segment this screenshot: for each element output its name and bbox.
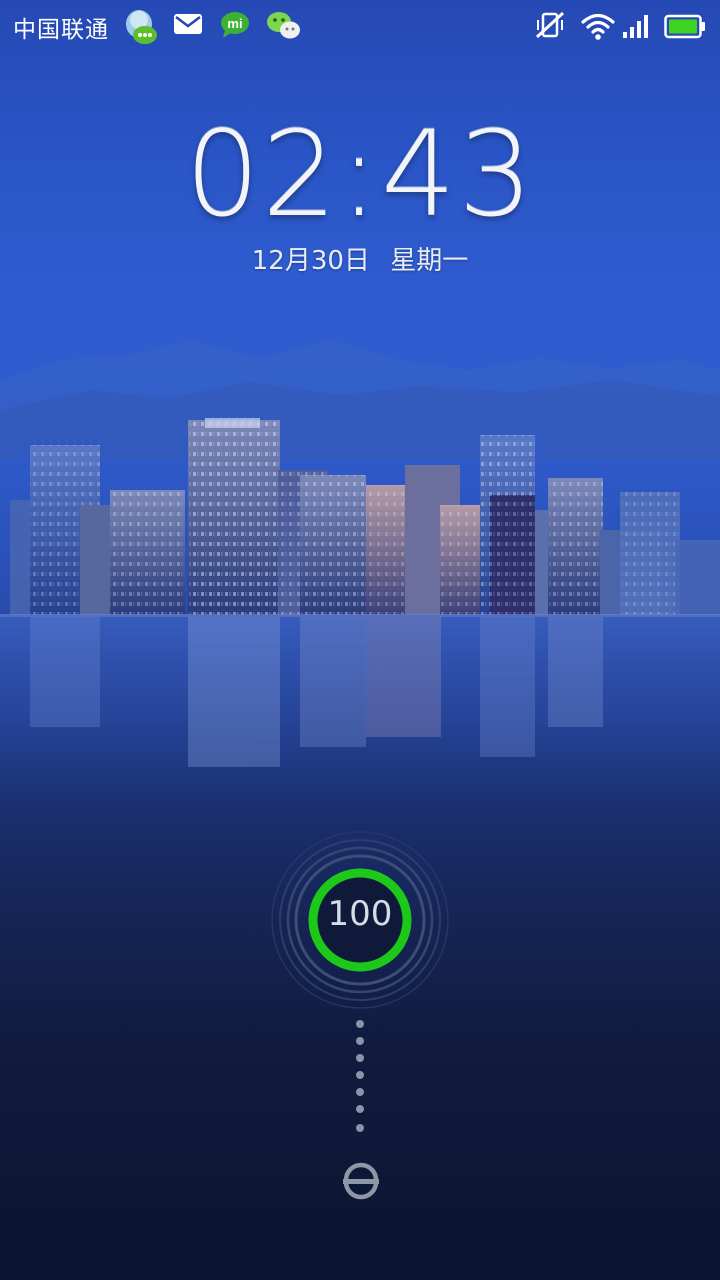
unlock-handle-icon[interactable] <box>338 1158 384 1204</box>
signal-icon <box>623 15 648 38</box>
battery-percent: 100 <box>327 894 393 934</box>
wechat-icon <box>267 12 300 39</box>
mail-icon <box>174 14 202 34</box>
vibrate-off-icon <box>535 11 565 39</box>
mi-talk-icon: mi <box>221 12 249 38</box>
lock-date: 12月30日 星期一 <box>0 240 720 277</box>
city-skyline-wallpaper <box>0 340 720 820</box>
lock-clock: 02:43 <box>184 105 536 243</box>
date-month-day: 12月30日 <box>251 246 370 276</box>
qq-chat-icon <box>126 10 157 44</box>
carrier-label: 中国联通 <box>13 17 109 43</box>
status-bar: 中国联通 mi <box>0 0 720 52</box>
lock-screen: 中国联通 mi 02:43 12月30日 星期一 100 <box>0 0 720 1280</box>
swipe-track-dots <box>356 1020 364 1132</box>
svg-text:mi: mi <box>227 16 242 31</box>
date-weekday: 星期一 <box>390 246 469 276</box>
wifi-icon <box>581 13 615 40</box>
battery-icon <box>664 14 705 39</box>
